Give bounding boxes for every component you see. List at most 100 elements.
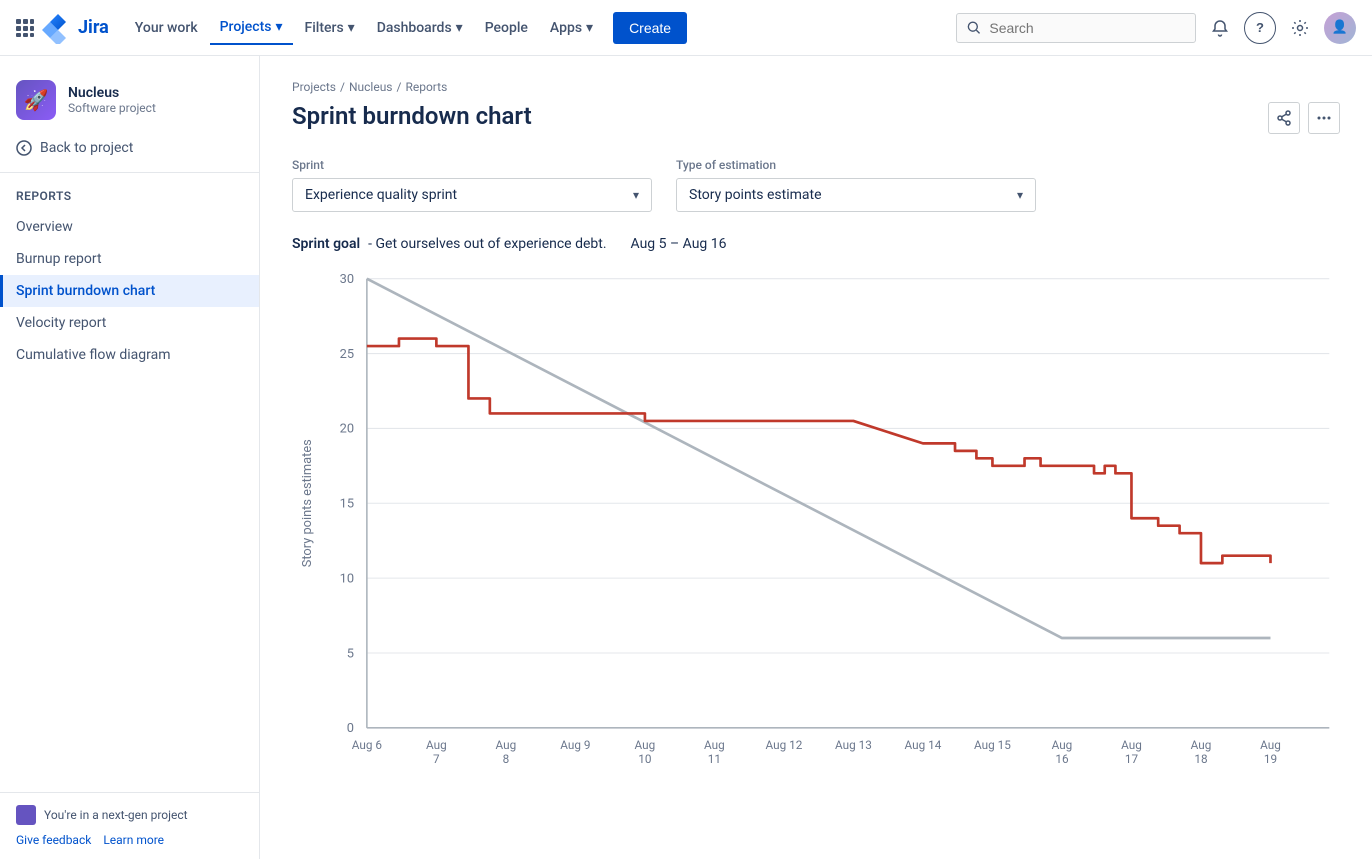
svg-text:5: 5 <box>347 646 354 661</box>
project-info: Nucleus Software project <box>68 85 156 115</box>
svg-text:18: 18 <box>1194 752 1207 766</box>
next-gen-badge: You're in a next-gen project <box>16 805 243 825</box>
header-actions <box>1268 102 1340 134</box>
nav-filters[interactable]: Filters ▾ <box>295 12 365 44</box>
sidebar-item-burnup[interactable]: Burnup report <box>0 243 259 275</box>
learn-more-link[interactable]: Learn more <box>103 833 164 847</box>
svg-text:Aug 14: Aug 14 <box>905 738 942 752</box>
filters-chevron-icon: ▾ <box>348 20 355 36</box>
project-type: Software project <box>68 101 156 115</box>
svg-text:25: 25 <box>340 347 354 362</box>
share-button[interactable] <box>1268 102 1300 134</box>
nav-your-work[interactable]: Your work <box>125 12 208 44</box>
svg-text:7: 7 <box>433 752 440 766</box>
projects-chevron-icon: ▾ <box>275 19 282 35</box>
give-feedback-link[interactable]: Give feedback <box>16 833 91 847</box>
nav-apps[interactable]: Apps ▾ <box>540 12 603 44</box>
sprint-filter-value: Experience quality sprint <box>305 187 457 203</box>
svg-text:Aug: Aug <box>1052 738 1073 752</box>
svg-text:Aug: Aug <box>1260 738 1281 752</box>
svg-text:19: 19 <box>1264 752 1277 766</box>
svg-text:30: 30 <box>340 272 354 287</box>
sidebar-item-sprint-burndown[interactable]: Sprint burndown chart <box>0 275 259 307</box>
estimation-filter-arrow-icon: ▾ <box>1017 188 1023 202</box>
sidebar: 🚀 Nucleus Software project Back to proje… <box>0 56 260 859</box>
sprint-goal-text: - Get ourselves out of experience debt. <box>368 236 606 252</box>
svg-text:10: 10 <box>638 752 651 766</box>
sidebar-bottom-links: Give feedback Learn more <box>16 833 243 847</box>
settings-button[interactable] <box>1284 12 1316 44</box>
svg-text:20: 20 <box>340 422 354 437</box>
sprint-goal-dates: Aug 5 – Aug 16 <box>631 236 727 252</box>
sprint-filter-group: Sprint Experience quality sprint ▾ <box>292 158 652 212</box>
sprint-goal: Sprint goal - Get ourselves out of exper… <box>292 236 1340 252</box>
jira-logo-text: Jira <box>78 17 109 38</box>
breadcrumb-sep-2: / <box>397 80 402 94</box>
help-button[interactable]: ? <box>1244 12 1276 44</box>
sidebar-item-velocity[interactable]: Velocity report <box>0 307 259 339</box>
breadcrumb: Projects / Nucleus / Reports <box>292 80 1340 94</box>
sprint-filter-arrow-icon: ▾ <box>633 188 639 202</box>
svg-text:Aug 13: Aug 13 <box>835 738 872 752</box>
nav-items: Your work Projects ▾ Filters ▾ Dashboard… <box>125 11 956 45</box>
estimation-filter-label: Type of estimation <box>676 158 1036 172</box>
svg-text:Aug: Aug <box>1191 738 1212 752</box>
project-header: 🚀 Nucleus Software project <box>0 68 259 132</box>
more-options-button[interactable] <box>1308 102 1340 134</box>
main-content: Projects / Nucleus / Reports Sprint burn… <box>260 56 1372 859</box>
svg-text:0: 0 <box>347 721 354 736</box>
search-icon <box>967 20 981 36</box>
svg-text:11: 11 <box>708 752 721 766</box>
apps-chevron-icon: ▾ <box>586 20 593 36</box>
sidebar-bottom: You're in a next-gen project Give feedba… <box>0 792 259 859</box>
apps-grid-icon[interactable] <box>16 19 34 37</box>
back-arrow-icon <box>16 140 32 156</box>
svg-text:Aug 15: Aug 15 <box>974 738 1011 752</box>
project-name: Nucleus <box>68 85 156 101</box>
badge-square-icon <box>16 805 36 825</box>
svg-text:10: 10 <box>340 571 354 586</box>
svg-text:17: 17 <box>1125 752 1139 766</box>
bell-icon <box>1211 19 1229 37</box>
back-to-project-button[interactable]: Back to project <box>0 132 259 164</box>
notifications-button[interactable] <box>1204 12 1236 44</box>
project-icon: 🚀 <box>16 80 56 120</box>
create-button[interactable]: Create <box>613 12 687 44</box>
top-nav: Jira Your work Projects ▾ Filters ▾ Dash… <box>0 0 1372 56</box>
breadcrumb-nucleus[interactable]: Nucleus <box>349 80 393 94</box>
nav-projects[interactable]: Projects ▾ <box>210 11 293 45</box>
svg-text:Aug: Aug <box>496 738 517 752</box>
avatar[interactable]: 👤 <box>1324 12 1356 44</box>
svg-text:Aug: Aug <box>704 738 725 752</box>
dashboards-chevron-icon: ▾ <box>456 20 463 36</box>
svg-text:15: 15 <box>340 497 354 512</box>
nav-right: ? 👤 <box>956 12 1356 44</box>
breadcrumb-reports[interactable]: Reports <box>405 80 447 94</box>
svg-text:Aug: Aug <box>1121 738 1142 752</box>
page-header: Sprint burndown chart <box>292 102 1340 134</box>
svg-text:8: 8 <box>503 752 510 766</box>
page-title: Sprint burndown chart <box>292 102 532 130</box>
sidebar-item-overview[interactable]: Overview <box>0 211 259 243</box>
sidebar-divider <box>0 172 259 173</box>
estimation-filter-group: Type of estimation Story points estimate… <box>676 158 1036 212</box>
estimation-filter-value: Story points estimate <box>689 187 822 203</box>
nav-dashboards[interactable]: Dashboards ▾ <box>367 12 473 44</box>
svg-text:Aug: Aug <box>426 738 447 752</box>
jira-logo[interactable]: Jira <box>42 12 109 44</box>
gear-icon <box>1291 19 1309 37</box>
filters-row: Sprint Experience quality sprint ▾ Type … <box>292 158 1340 212</box>
svg-text:Aug 6: Aug 6 <box>352 738 383 752</box>
share-icon <box>1276 110 1292 126</box>
nav-people[interactable]: People <box>475 12 538 44</box>
sidebar-item-cumulative-flow[interactable]: Cumulative flow diagram <box>0 339 259 371</box>
estimation-filter-select[interactable]: Story points estimate ▾ <box>676 178 1036 212</box>
next-gen-text: You're in a next-gen project <box>44 808 188 822</box>
svg-text:Aug 12: Aug 12 <box>766 738 803 752</box>
breadcrumb-projects[interactable]: Projects <box>292 80 336 94</box>
search-box[interactable] <box>956 13 1196 43</box>
sprint-goal-label: Sprint goal <box>292 236 360 252</box>
sprint-filter-select[interactable]: Experience quality sprint ▾ <box>292 178 652 212</box>
reports-section-title: Reports <box>0 181 259 211</box>
search-input[interactable] <box>989 20 1185 36</box>
